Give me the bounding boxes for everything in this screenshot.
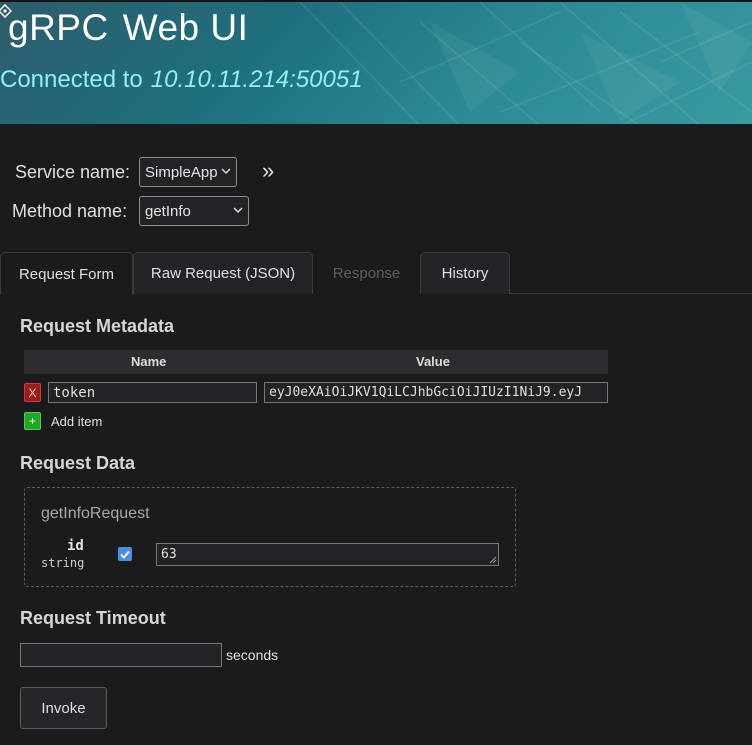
- app-title-grpc: gRPC: [8, 7, 109, 48]
- resize-handle-icon[interactable]: [489, 556, 497, 564]
- field-id-value: 63: [161, 547, 177, 562]
- method-name-value: getInfo: [145, 202, 191, 220]
- field-name-id: id: [67, 538, 84, 554]
- tab-raw-request[interactable]: Raw Request (JSON): [133, 252, 313, 294]
- add-item-button[interactable]: +: [24, 412, 41, 430]
- request-metadata-title: Request Metadata: [20, 316, 175, 336]
- server-address: 10.10.11.214:50051: [150, 66, 363, 93]
- service-name-value: SimpleApp: [145, 163, 218, 181]
- app-title: gRPC Web UI: [8, 7, 248, 49]
- invoke-button[interactable]: Invoke: [20, 687, 107, 729]
- connection-status: Connected to 10.10.11.214:50051: [0, 66, 363, 94]
- delete-metadata-button[interactable]: X: [24, 383, 41, 402]
- column-header-value: Value: [416, 354, 450, 369]
- field-type-string: string: [41, 556, 85, 570]
- app-header: gRPC Web UI Connected to 10.10.11.214:5005…: [0, 0, 752, 124]
- request-data-title: Request Data: [20, 453, 136, 473]
- tab-response: Response: [313, 252, 420, 294]
- field-enabled-checkbox[interactable]: [118, 547, 132, 561]
- metadata-value-input[interactable]: eyJ0eXAiOiJKV1QiLCJhbGciOiJIUzI1NiJ9.eyJ: [264, 382, 608, 403]
- tab-request-form[interactable]: Request Form: [0, 252, 133, 295]
- column-header-name: Name: [131, 354, 167, 369]
- timeout-input[interactable]: [20, 643, 222, 667]
- expand-toggle-button[interactable]: »: [262, 158, 274, 184]
- metadata-table-header: Name Value: [24, 350, 608, 374]
- chevron-down-icon: [232, 205, 248, 217]
- request-timeout-title: Request Timeout: [20, 608, 166, 628]
- app-title-web-ui: Web UI: [122, 7, 249, 48]
- message-name: getInfoRequest: [41, 505, 150, 522]
- checkmark-icon: [120, 550, 130, 559]
- metadata-name-input[interactable]: token: [48, 382, 257, 403]
- method-name-label: Method name:: [12, 201, 128, 221]
- timeout-unit-label: seconds: [226, 647, 279, 663]
- chevron-down-icon: [220, 166, 236, 178]
- add-item-label: Add item: [51, 414, 103, 429]
- service-name-select[interactable]: SimpleApp: [139, 157, 237, 187]
- tab-history[interactable]: History: [420, 252, 510, 294]
- service-name-label: Service name:: [15, 162, 131, 182]
- request-message-box: [24, 487, 516, 587]
- method-name-select[interactable]: getInfo: [139, 196, 249, 226]
- field-id-input[interactable]: 63: [156, 543, 499, 566]
- connected-label: Connected to: [0, 66, 143, 93]
